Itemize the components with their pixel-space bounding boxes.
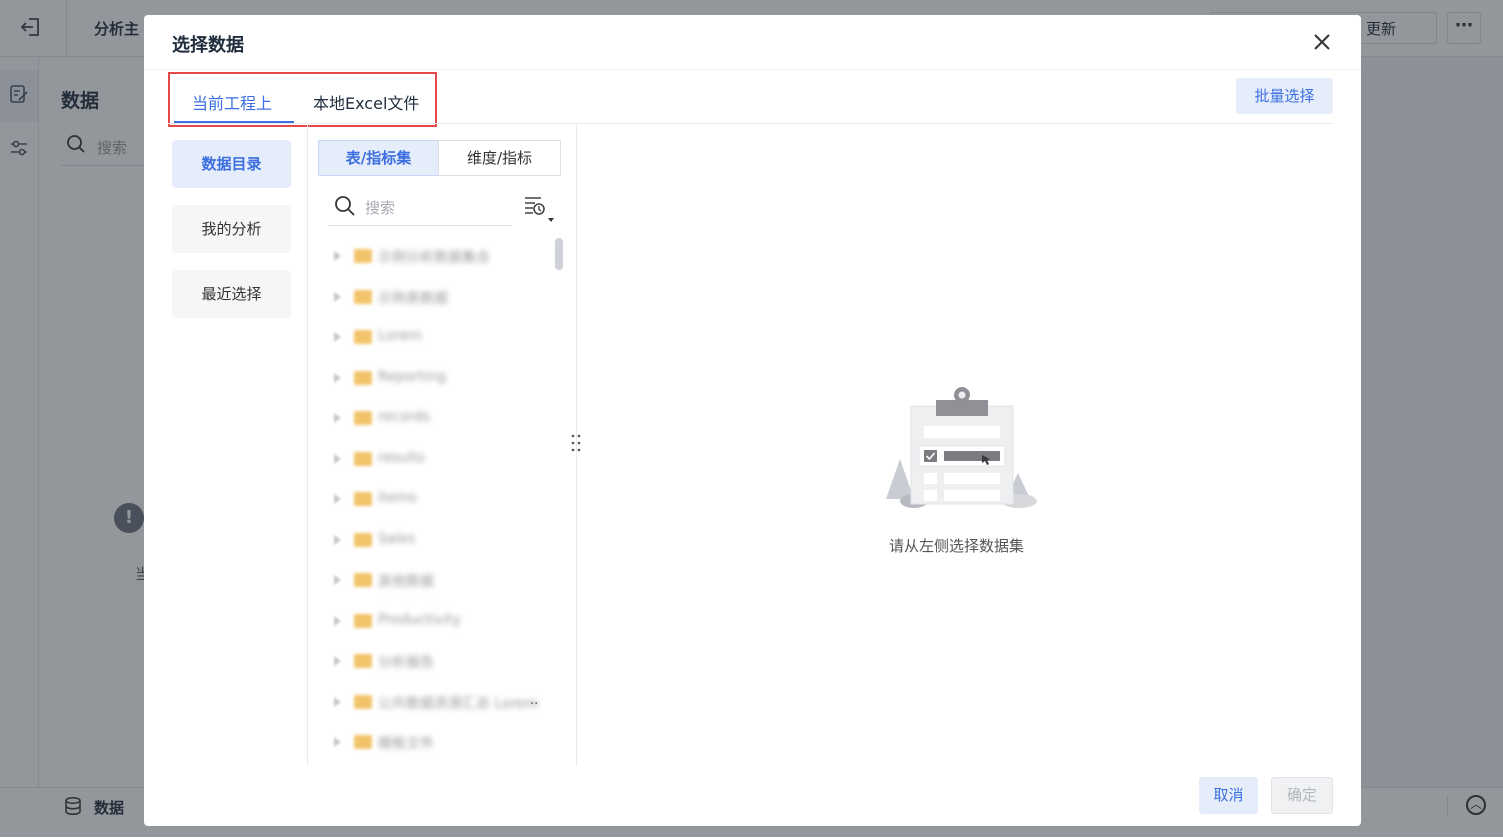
tree-item[interactable]: 分析报告 xyxy=(334,652,534,672)
tree-item-label: results xyxy=(378,449,425,466)
expand-arrow-icon[interactable] xyxy=(334,534,341,545)
expand-arrow-icon[interactable] xyxy=(334,615,341,626)
tab-current-project[interactable]: 当前工程上 xyxy=(192,90,272,114)
tab-local-excel[interactable]: 本地Excel文件 xyxy=(313,90,419,114)
tree-item[interactable]: 其他数据 xyxy=(334,571,534,591)
sidebar-item-my-analysis[interactable]: 我的分析 xyxy=(172,205,291,253)
column-divider xyxy=(307,123,308,766)
folder-icon xyxy=(354,289,372,304)
tree-item-label: 其他数据 xyxy=(378,574,434,590)
tree-item[interactable]: Lorem xyxy=(334,328,534,348)
segment-dimensions[interactable]: 维度/指标 xyxy=(438,140,561,176)
expand-arrow-icon[interactable] xyxy=(334,251,341,261)
expand-arrow-icon[interactable] xyxy=(334,494,341,504)
tree-item-label: Reporting xyxy=(378,368,447,385)
tabs-divider xyxy=(168,123,1333,124)
sidebar-item-data-catalog[interactable]: 数据目录 xyxy=(172,140,291,188)
folder-icon xyxy=(354,613,372,628)
sidebar-item-recent[interactable]: 最近选择 xyxy=(172,270,291,318)
folder-icon xyxy=(354,654,372,668)
list-scrollbar[interactable] xyxy=(555,238,563,270)
tree-item-ellipsis: .. xyxy=(530,692,539,708)
list-search-input[interactable]: 搜索 xyxy=(365,197,395,218)
expand-arrow-icon[interactable] xyxy=(334,372,341,383)
tree-item-label: 模板文件 xyxy=(378,736,434,752)
search-icon xyxy=(334,195,356,221)
expand-arrow-icon[interactable] xyxy=(334,291,341,302)
confirm-button[interactable]: 确定 xyxy=(1271,777,1333,814)
batch-select-button[interactable]: 批量选择 xyxy=(1236,78,1333,114)
tree-item[interactable]: Sales xyxy=(334,531,534,551)
tree-item[interactable]: 公共数据资源汇总 Lorem.. xyxy=(334,693,538,713)
tree-item-label: Productivity xyxy=(378,611,461,628)
folder-icon xyxy=(354,735,372,749)
expand-arrow-icon[interactable] xyxy=(334,737,341,747)
tree-item[interactable]: records xyxy=(334,409,534,429)
tree-item-label: Lorem xyxy=(378,328,422,344)
tree-item-label: 分析报告 xyxy=(378,655,434,671)
tree-item-label: 示例分析数据集合 xyxy=(378,250,490,266)
segment-tables[interactable]: 表/指标集 xyxy=(318,140,439,176)
tree-item[interactable]: Productivity xyxy=(334,612,534,632)
tree-item[interactable]: 示例表数据 xyxy=(334,288,534,308)
dialog-header-divider xyxy=(144,69,1361,70)
tree-item[interactable]: results xyxy=(334,450,534,470)
filter-history-icon[interactable] xyxy=(524,195,556,225)
cancel-button[interactable]: 取消 xyxy=(1199,777,1258,814)
tree-item[interactable]: 模板文件 xyxy=(334,733,534,753)
tree-item-label: 示例表数据 xyxy=(378,290,448,307)
tree-item[interactable]: Reporting xyxy=(334,369,534,389)
empty-state-text: 请从左侧选择数据集 xyxy=(889,537,1025,555)
folder-icon xyxy=(354,492,372,506)
expand-arrow-icon[interactable] xyxy=(334,332,341,342)
folder-icon xyxy=(354,411,372,425)
tree-item[interactable]: 示例分析数据集合 xyxy=(334,247,534,267)
folder-icon xyxy=(354,249,372,263)
folder-icon xyxy=(354,370,372,385)
expand-arrow-icon[interactable] xyxy=(334,696,341,707)
tree-item[interactable]: items xyxy=(334,490,534,510)
folder-icon xyxy=(354,451,372,466)
drag-handle-icon[interactable] xyxy=(570,433,582,453)
tree-item-label: items xyxy=(378,490,417,506)
folder-icon xyxy=(354,532,372,547)
select-data-dialog: 选择数据 当前工程上 本地Excel文件 批量选择 数据目录 我的分析 最近选择… xyxy=(144,15,1361,826)
folder-icon xyxy=(354,694,372,709)
tree-item-label: 公共数据资源汇总 Lorem xyxy=(378,695,539,712)
source-tabs: 当前工程上 本地Excel文件 xyxy=(168,72,437,127)
expand-arrow-icon[interactable] xyxy=(334,453,341,464)
expand-arrow-icon[interactable] xyxy=(334,656,341,666)
expand-arrow-icon[interactable] xyxy=(334,575,341,585)
folder-icon xyxy=(354,573,372,587)
close-icon[interactable] xyxy=(1310,30,1334,54)
tree-item-label: records xyxy=(378,409,431,425)
dialog-title: 选择数据 xyxy=(172,35,244,56)
folder-icon xyxy=(354,330,372,344)
list-search-underline xyxy=(328,225,512,226)
empty-clipboard-illustration xyxy=(884,373,1040,512)
tree-item-label: Sales xyxy=(378,530,416,547)
expand-arrow-icon[interactable] xyxy=(334,413,341,423)
